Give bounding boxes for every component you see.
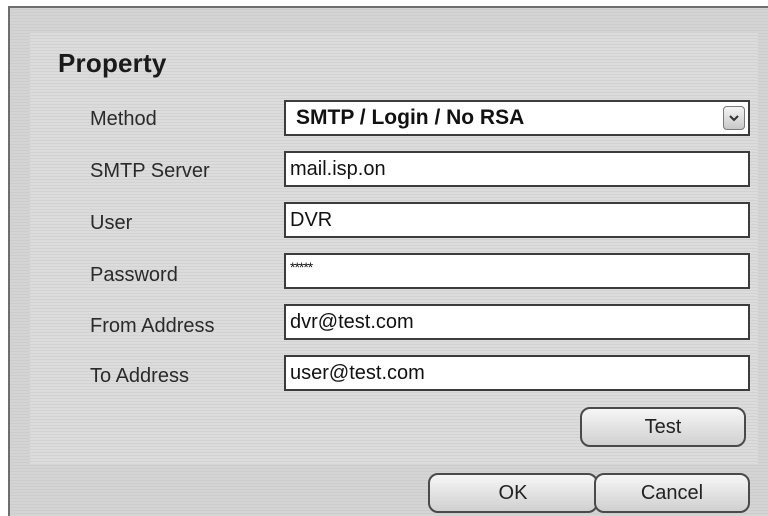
method-value: SMTP / Login / No RSA bbox=[296, 106, 525, 129]
from-address-field[interactable]: dvr@test.com bbox=[284, 304, 750, 340]
user-label: User bbox=[90, 212, 133, 234]
password-label: Password bbox=[90, 264, 178, 286]
method-select[interactable]: SMTP / Login / No RSA bbox=[284, 100, 750, 136]
to-address-field[interactable]: user@test.com bbox=[284, 355, 750, 391]
to-address-label: To Address bbox=[90, 365, 189, 387]
user-field[interactable]: DVR bbox=[284, 202, 750, 238]
smtp-server-label: SMTP Server bbox=[90, 160, 210, 182]
chevron-down-icon[interactable] bbox=[723, 106, 745, 130]
password-field[interactable]: ***** bbox=[284, 253, 750, 289]
property-panel: Property Method SMTP / Login / No RSA SM… bbox=[30, 32, 758, 464]
test-button[interactable]: Test bbox=[580, 407, 746, 447]
smtp-server-field[interactable]: mail.isp.on bbox=[284, 151, 750, 187]
cancel-button[interactable]: Cancel bbox=[594, 473, 750, 513]
method-label: Method bbox=[90, 108, 157, 130]
from-address-label: From Address bbox=[90, 315, 215, 337]
ok-button[interactable]: OK bbox=[428, 473, 598, 513]
email-settings-dialog: Property Method SMTP / Login / No RSA SM… bbox=[8, 6, 768, 516]
panel-title: Property bbox=[58, 48, 167, 78]
